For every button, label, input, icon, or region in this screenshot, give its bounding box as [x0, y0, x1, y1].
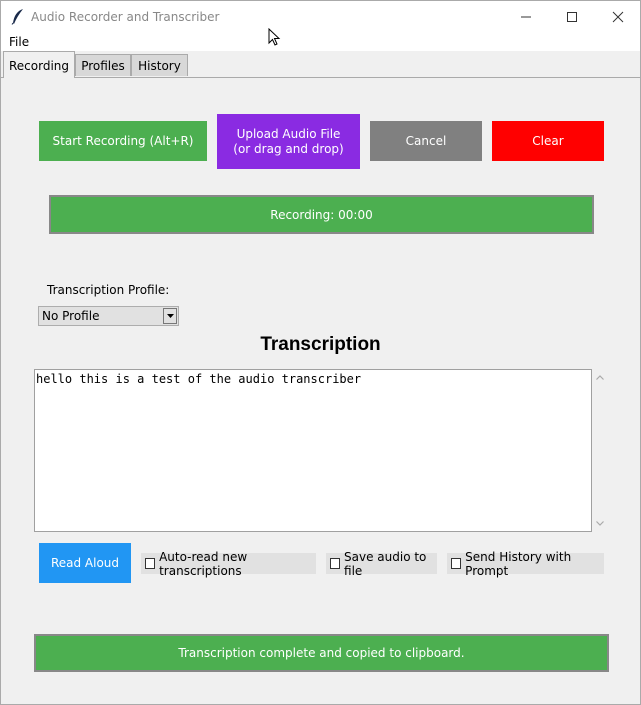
close-icon	[612, 11, 624, 23]
transcription-textarea[interactable]: hello this is a test of the audio transc…	[34, 369, 592, 532]
window-title: Audio Recorder and Transcriber	[31, 10, 220, 24]
checkbox-box[interactable]	[451, 558, 462, 569]
checkbox-box[interactable]	[330, 558, 341, 569]
scroll-down-button[interactable]	[593, 517, 607, 531]
maximize-icon	[567, 12, 577, 22]
profile-label: Transcription Profile:	[47, 283, 170, 297]
app-window: Audio Recorder and Transcriber File Reco…	[0, 0, 641, 705]
footer-status-bar: Transcription complete and copied to cli…	[34, 634, 609, 672]
minimize-icon	[521, 16, 531, 18]
upload-audio-sublabel: (or drag and drop)	[233, 141, 344, 156]
close-button[interactable]	[595, 1, 640, 32]
tab-bar: Recording Profiles History	[1, 51, 640, 78]
minimize-button[interactable]	[503, 1, 549, 32]
tab-history[interactable]: History	[131, 54, 188, 76]
recording-status-bar: Recording: 00:00	[49, 195, 594, 234]
menu-file[interactable]: File	[9, 35, 29, 49]
auto-read-checkbox[interactable]: Auto-read new transcriptions	[141, 550, 316, 578]
save-audio-checkbox[interactable]: Save audio to file	[326, 550, 437, 578]
cancel-button[interactable]: Cancel	[370, 121, 482, 161]
feather-icon	[11, 9, 23, 25]
upload-audio-label: Upload Audio File	[236, 126, 341, 141]
upload-audio-button[interactable]: Upload Audio File (or drag and drop)	[217, 114, 360, 169]
save-audio-label: Save audio to file	[344, 549, 427, 578]
profile-select[interactable]: No Profile	[38, 306, 179, 326]
maximize-button[interactable]	[549, 1, 595, 32]
chevron-up-icon	[596, 375, 604, 380]
read-aloud-button[interactable]: Read Aloud	[39, 543, 131, 583]
scroll-up-button[interactable]	[593, 371, 607, 385]
title-bar[interactable]: Audio Recorder and Transcriber	[1, 1, 640, 32]
send-history-label: Send History with Prompt	[465, 549, 572, 578]
start-recording-button[interactable]: Start Recording (Alt+R)	[39, 121, 207, 161]
send-history-checkbox[interactable]: Send History with Prompt	[447, 550, 604, 578]
transcription-text: hello this is a test of the audio transc…	[36, 372, 362, 386]
chevron-down-icon	[596, 521, 604, 526]
transcription-heading: Transcription	[260, 334, 381, 355]
checkbox-box[interactable]	[145, 558, 156, 569]
tab-recording[interactable]: Recording	[3, 51, 75, 78]
tab-profiles[interactable]: Profiles	[75, 54, 131, 76]
clear-button[interactable]: Clear	[492, 121, 604, 161]
mouse-cursor-icon	[268, 28, 281, 46]
profile-selected-value: No Profile	[42, 309, 100, 323]
auto-read-label: Auto-read new transcriptions	[159, 549, 248, 578]
dropdown-button[interactable]	[163, 308, 177, 324]
chevron-down-icon	[167, 314, 174, 318]
menu-bar: File	[1, 32, 640, 51]
